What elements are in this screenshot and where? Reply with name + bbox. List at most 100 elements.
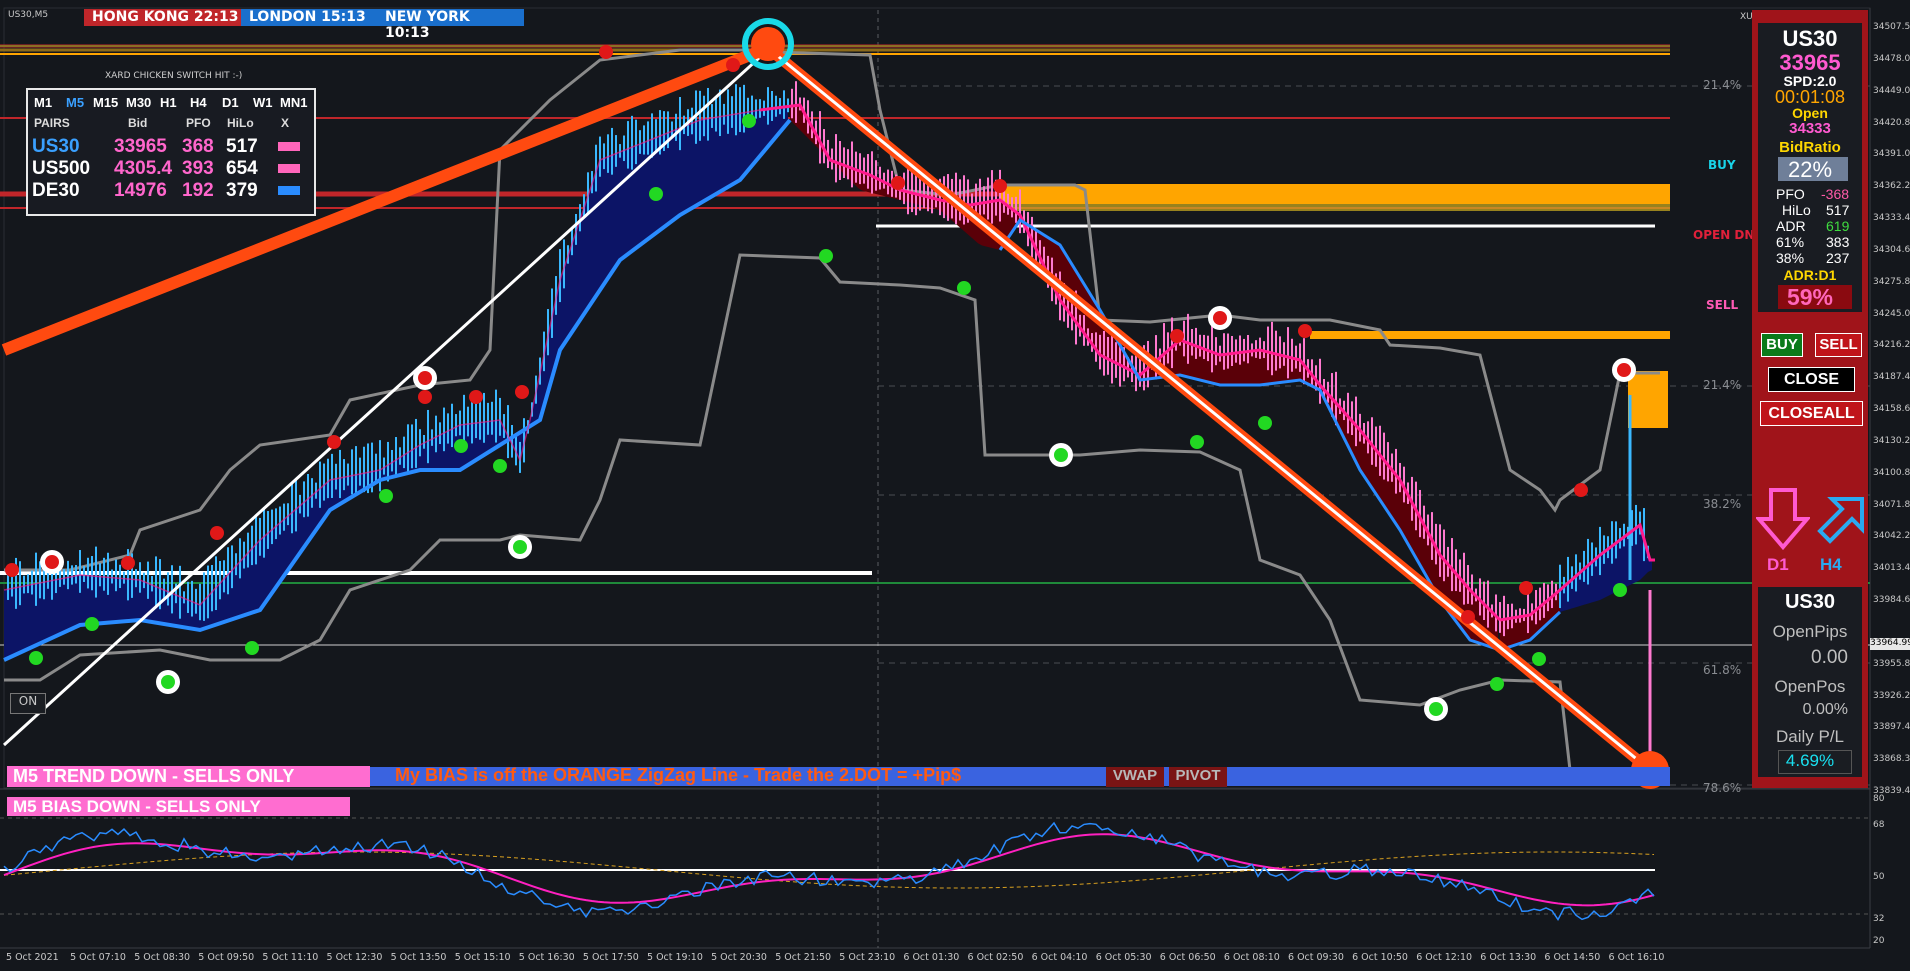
sell-dot (327, 435, 341, 449)
time-tick: 5 Oct 23:10 (839, 952, 896, 963)
watchlist-title: XARD CHICKEN SWITCH HIT :-) (105, 71, 243, 81)
arrow-up-right-icon (1817, 497, 1864, 544)
fib-label: 21.4% (1703, 78, 1742, 92)
time-tick: 5 Oct 21:50 (775, 952, 832, 963)
pair-pfo: 368 (182, 136, 214, 157)
watchlist-row-de30[interactable]: DE30 14976 192 379 (28, 180, 314, 202)
arrow-down-icon (1756, 488, 1810, 551)
buy-button[interactable]: BUY (1761, 333, 1803, 357)
on-toggle[interactable]: ON (10, 693, 46, 714)
clock-newyork: NEW YORK 10:13 (377, 9, 524, 41)
open-dn-label: OPEN DN (1693, 228, 1755, 242)
time-tick: 5 Oct 2021 (6, 952, 59, 963)
sell-dot (1170, 329, 1184, 343)
sell-dot (1519, 581, 1533, 595)
vwap-button[interactable]: VWAP (1106, 767, 1164, 787)
watchlist-row-us30[interactable]: US30 33965 368 517 (28, 136, 314, 158)
buy-dot (1258, 416, 1272, 430)
openpos-value: 0.00% (1802, 701, 1848, 718)
osc-tick: 80 (1873, 794, 1885, 804)
osc-tick: 50 (1873, 872, 1885, 882)
price-tick: 34275.85 (1873, 276, 1910, 287)
dailypl-value: 4.69% (1785, 751, 1835, 770)
pivot-button[interactable]: PIVOT (1169, 767, 1227, 787)
signal-dot (418, 371, 432, 385)
price-tick: 34130.25 (1873, 435, 1910, 446)
time-tick: 5 Oct 11:10 (262, 952, 319, 963)
buy-dot (85, 617, 99, 631)
sell-dot (210, 526, 224, 540)
tf-m15[interactable]: M15 (93, 95, 118, 110)
time-tick: 6 Oct 10:50 (1352, 952, 1408, 963)
time-tick: 6 Oct 02:50 (967, 952, 1024, 963)
header-hilo: HiLo (227, 116, 254, 130)
signal-dot (161, 675, 175, 689)
tf-m1[interactable]: M1 (34, 95, 52, 110)
closeall-button[interactable]: CLOSEALL (1760, 401, 1863, 426)
tf-h1[interactable]: H1 (160, 95, 177, 110)
sell-dot (891, 176, 905, 190)
buy-dot (819, 249, 833, 263)
buy-dot (493, 459, 507, 473)
panel-bidratio-value: 22% (1787, 157, 1833, 182)
header-pfo: PFO (186, 116, 211, 130)
openpips-value: 0.00 (1811, 647, 1848, 668)
d1-label: D1 (1767, 555, 1789, 574)
watchlist-row-us500[interactable]: US500 4305.4 393 654 (28, 158, 314, 180)
price-tick: 34245.05 (1873, 308, 1910, 319)
time-tick: 5 Oct 08:30 (134, 952, 191, 963)
orange-zone (1000, 204, 1670, 211)
header-bid: Bid (128, 116, 148, 130)
price-tick: 34420.85 (1873, 117, 1910, 128)
sell-dot (599, 45, 613, 59)
price-tick: 33955.85 (1873, 658, 1910, 669)
sell-dot (418, 390, 432, 404)
osc-tick: 20 (1873, 936, 1885, 946)
buy-dot (957, 281, 971, 295)
pair-bid: 14976 (114, 180, 167, 201)
buy-dot (649, 187, 663, 201)
timeframe-row: M1 M5 M15 M30 H1 H4 D1 W1 MN1 (28, 95, 314, 111)
sell-dot (121, 556, 135, 570)
pair-bid: 33965 (114, 136, 167, 157)
position-box: US30 OpenPips 0.00 OpenPos 0.00% Daily P… (1758, 587, 1862, 777)
time-tick: 6 Oct 08:10 (1223, 952, 1280, 963)
price-tick: 34333.45 (1873, 213, 1910, 223)
price-tick: 33897.45 (1873, 722, 1910, 733)
time-tick: 6 Oct 12:10 (1416, 952, 1473, 963)
price-tick: 34100.85 (1873, 467, 1910, 478)
sell-dot (993, 179, 1007, 193)
sell-dot (1298, 324, 1312, 338)
sell-dot (515, 385, 529, 399)
time-tick: 5 Oct 17:50 (582, 952, 639, 963)
buy-dot (245, 641, 259, 655)
openpos-label: OpenPos (1774, 677, 1846, 696)
time-tick: 6 Oct 13:30 (1480, 952, 1537, 963)
zigzag-pivot (751, 27, 785, 61)
price-tick: 34507.55 (1873, 22, 1910, 32)
price-tick: 34216.25 (1873, 340, 1910, 351)
time-tick: 6 Oct 16:10 (1608, 952, 1665, 963)
symbol-label: US30,M5 (8, 10, 49, 20)
panel-open-value: 34333 (1789, 120, 1831, 137)
fib-label: 21.4% (1703, 378, 1742, 392)
tf-w1[interactable]: W1 (253, 95, 273, 110)
tf-d1[interactable]: D1 (222, 95, 239, 110)
signal-dot (45, 555, 59, 569)
price-tick: 33868.35 (1873, 754, 1910, 765)
tf-mn1[interactable]: MN1 (280, 95, 307, 110)
buy-dot (29, 651, 43, 665)
sell-dot (5, 563, 19, 577)
dailypl-label: Daily P/L (1775, 727, 1845, 746)
clock-london: LONDON 15:13 (241, 9, 381, 26)
sell-button[interactable]: SELL (1815, 333, 1862, 357)
close-button[interactable]: CLOSE (1768, 367, 1855, 392)
time-tick: 6 Oct 09:30 (1288, 952, 1344, 963)
tf-m5[interactable]: M5 (66, 95, 84, 110)
fib-label: 78.6% (1703, 781, 1742, 795)
panel-open-label: Open (1792, 105, 1828, 121)
signal-dot (1213, 311, 1227, 325)
price-tick: 34391.05 (1873, 149, 1910, 160)
tf-h4[interactable]: H4 (190, 95, 207, 110)
tf-m30[interactable]: M30 (126, 95, 151, 110)
